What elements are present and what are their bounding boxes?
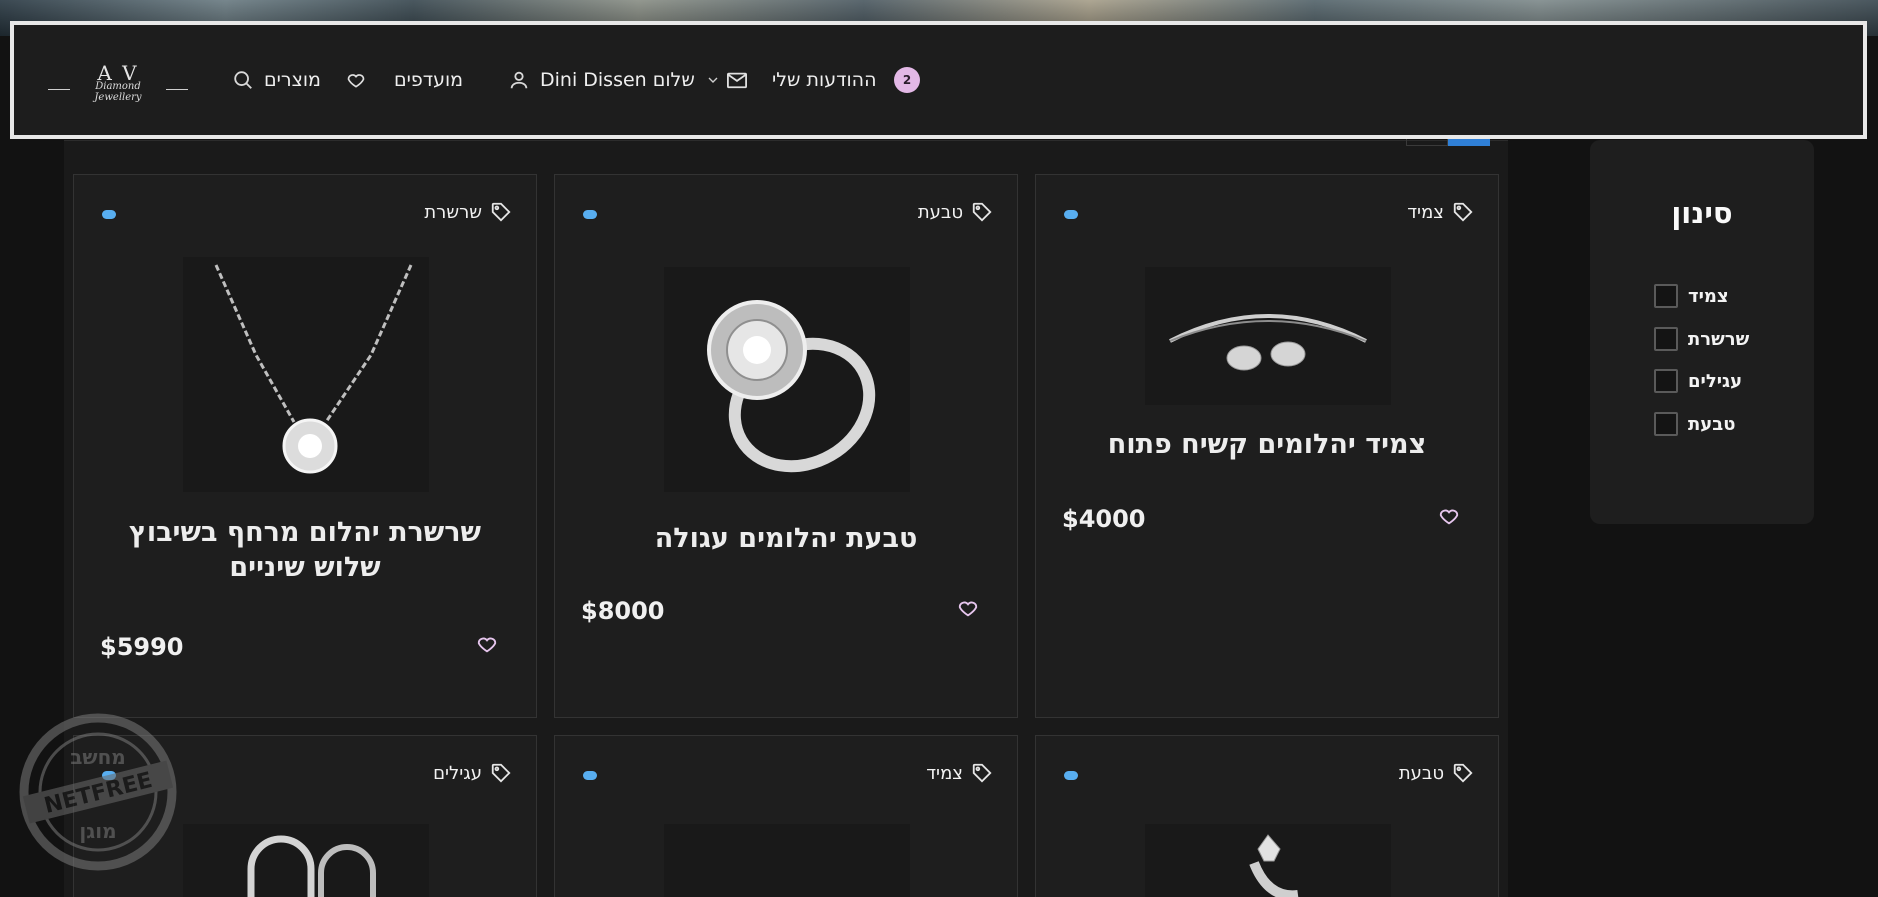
filter-title: סינון <box>1671 196 1733 230</box>
filter-checkbox[interactable] <box>1654 369 1678 393</box>
favorite-heart-icon[interactable] <box>1438 505 1460 531</box>
filter-panel: סינון צמיד שרשרת עגילים טבעת <box>1590 140 1814 524</box>
filter-option-label: שרשרת <box>1688 328 1750 350</box>
chevron-down-icon <box>705 72 721 88</box>
ring-image <box>707 299 876 472</box>
product-category: צמיד <box>1407 201 1474 223</box>
filter-checkbox[interactable] <box>1654 412 1678 436</box>
product-image[interactable] <box>1145 267 1391 405</box>
filter-option-necklace[interactable]: שרשרת <box>1654 327 1749 351</box>
nav-favorites-label: מועדפים <box>394 69 464 91</box>
netfree-watermark-stamp: מחשב NETFREE מוגן <box>10 712 186 872</box>
product-card[interactable]: טבעת <box>1035 735 1499 897</box>
product-image[interactable] <box>183 257 429 492</box>
tag-icon <box>971 201 993 223</box>
status-dot <box>583 771 597 780</box>
nav-messages-label: ההודעות שלי <box>772 69 877 91</box>
status-dot <box>583 210 597 219</box>
product-image[interactable] <box>183 824 429 897</box>
tag-icon <box>971 762 993 784</box>
earrings-image <box>247 835 376 897</box>
heart-icon <box>346 70 366 90</box>
filter-option-ring[interactable]: טבעת <box>1654 412 1736 436</box>
status-dot <box>1064 771 1078 780</box>
filter-checkbox[interactable] <box>1654 327 1678 351</box>
product-category-label: שרשרת <box>424 201 482 223</box>
tag-icon <box>1452 762 1474 784</box>
search-icon <box>232 69 254 91</box>
logo-script: Diamond Jewellery <box>94 81 142 103</box>
filter-option-label: טבעת <box>1688 413 1736 435</box>
product-category: עגילים <box>433 762 512 784</box>
messages-count-badge[interactable]: 2 <box>894 25 920 135</box>
product-image[interactable] <box>664 824 910 897</box>
filter-option-bracelet[interactable]: צמיד <box>1654 284 1729 308</box>
nav-messages-mail[interactable] <box>726 25 748 135</box>
mail-icon <box>726 70 748 90</box>
user-menu-dropdown[interactable]: Dini Dissen שלום <box>508 25 721 135</box>
tag-icon <box>1452 201 1474 223</box>
filter-option-label: צמיד <box>1688 285 1729 307</box>
nav-products-label: מוצרים <box>264 69 321 91</box>
product-image[interactable] <box>664 267 910 492</box>
nav-favorites-heart[interactable] <box>346 25 366 135</box>
logo-divider-left <box>48 89 70 90</box>
logo-divider-right <box>166 89 188 90</box>
product-category-label: צמיד <box>1407 201 1444 223</box>
product-category-label: טבעת <box>917 201 963 223</box>
product-price: $4000 <box>1062 505 1146 533</box>
bracelet-image <box>1169 314 1367 371</box>
product-category: טבעת <box>1399 762 1474 784</box>
filter-option-earrings[interactable]: עגילים <box>1654 369 1742 393</box>
stamp-bottom-text: מוגן <box>79 819 116 843</box>
product-category-label: צמיד <box>926 762 963 784</box>
product-card[interactable]: טבעת טבעת יהלומים עגולה $8000 <box>554 174 1018 718</box>
user-greeting: Dini Dissen שלום <box>540 69 695 91</box>
messages-count: 2 <box>894 67 920 93</box>
tag-icon <box>490 201 512 223</box>
site-logo[interactable]: A V Diamond Jewellery <box>48 61 188 105</box>
product-card[interactable]: צמיד <box>554 735 1018 897</box>
product-category-label: עגילים <box>433 762 482 784</box>
status-dot <box>102 210 116 219</box>
nav-messages-link[interactable]: ההודעות שלי <box>772 25 876 135</box>
favorite-heart-icon[interactable] <box>957 597 979 623</box>
filter-option-label: עגילים <box>1688 370 1743 392</box>
ring-image <box>1249 834 1299 897</box>
product-category-label: טבעת <box>1398 762 1444 784</box>
status-dot <box>1064 210 1078 219</box>
products-grid: צמיד צמיד יהלומים קשיח פתוח $4000 טבעת ט… <box>64 140 1508 897</box>
product-category: טבעת <box>918 201 993 223</box>
product-price: $8000 <box>581 597 665 625</box>
nav-products-link[interactable]: מוצרים <box>232 25 321 135</box>
filter-checkbox[interactable] <box>1654 284 1678 308</box>
stamp-middle-text: NETFREE <box>42 768 155 819</box>
product-price: $5990 <box>100 633 184 661</box>
user-icon <box>508 69 530 91</box>
product-category: שרשרת <box>424 201 512 223</box>
product-image[interactable] <box>1145 824 1391 897</box>
product-title[interactable]: שרשרת יהלום מרחף בשיבוץ שלוש שיניים <box>104 515 506 585</box>
favorite-heart-icon[interactable] <box>476 633 498 659</box>
nav-favorites-link[interactable]: מועדפים <box>394 25 463 135</box>
product-category: צמיד <box>926 762 993 784</box>
product-card[interactable]: שרשרת שרשרת יהלום מרחף בשיבוץ שלוש שיניי… <box>73 174 537 718</box>
product-title[interactable]: טבעת יהלומים עגולה <box>585 521 987 556</box>
tag-icon <box>490 762 512 784</box>
stamp-top-text: מחשב <box>70 745 126 769</box>
product-title[interactable]: צמיד יהלומים קשיח פתוח <box>1066 427 1468 462</box>
product-card[interactable]: צמיד צמיד יהלומים קשיח פתוח $4000 <box>1035 174 1499 718</box>
necklace-image <box>214 263 413 473</box>
top-navigation-bar: A V Diamond Jewellery מוצרים מועדפים Din… <box>10 21 1867 139</box>
